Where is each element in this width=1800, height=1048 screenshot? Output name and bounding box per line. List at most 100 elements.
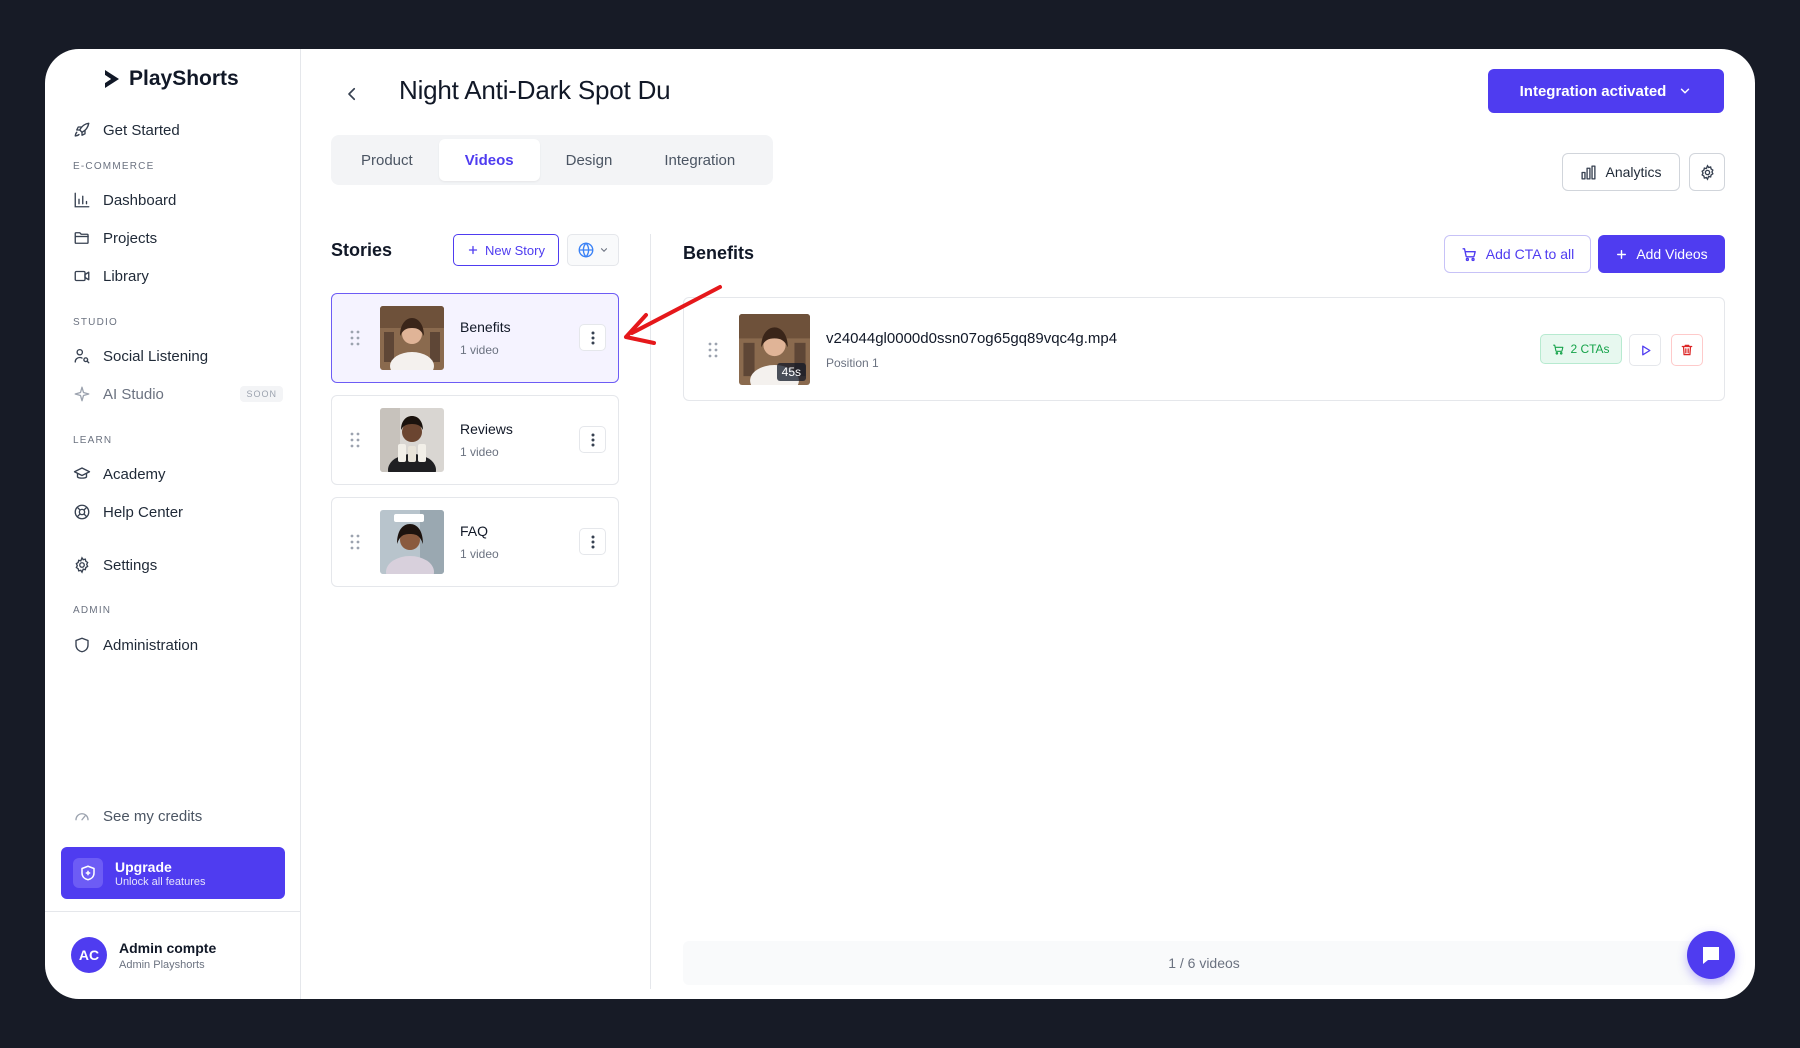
playshorts-logo-icon [105,70,119,88]
sidebar-item-label: Projects [103,229,158,247]
sidebar-item-label: Get Started [103,121,180,139]
sidebar-item-label: Settings [103,556,158,574]
chevron-down-icon [600,248,608,253]
cart-icon [1553,344,1564,355]
story-card-benefits[interactable]: Benefits 1 video [331,293,619,383]
story-card-faq[interactable]: FAQ 1 video [331,497,619,587]
new-story-label: New Story [485,242,545,258]
cta-count: 2 CTAs [1570,342,1610,356]
section-label-ecommerce: E-COMMERCE [73,161,155,172]
page-title: Night Anti-Dark Spot Du [399,75,671,105]
language-select[interactable] [567,234,619,266]
cta-badge[interactable]: 2 CTAs [1540,334,1622,364]
video-position: Position 1 [826,356,879,370]
kebab-icon [591,331,594,344]
delete-video-button[interactable] [1671,334,1703,366]
folder-icon [74,232,89,244]
sidebar-item-academy[interactable]: Academy [73,459,283,489]
drag-handle-icon[interactable] [350,534,360,550]
sidebar-item-settings[interactable]: Settings [73,550,283,580]
section-label-learn: LEARN [73,435,113,446]
sidebar-item-label: AI Studio [103,385,164,403]
drag-handle-icon[interactable] [350,330,360,346]
avatar: AC [71,937,107,973]
video-camera-icon [74,270,90,282]
add-cta-to-all-button[interactable]: Add CTA to all [1444,235,1591,273]
sidebar-item-projects[interactable]: Projects [73,223,283,253]
tab-integration[interactable]: Integration [638,139,761,181]
chevron-down-icon [1681,88,1690,94]
video-filename: v24044gl0000d0ssn07og65gq89vqc4g.mp4 [826,330,1118,347]
sidebar-item-label: Dashboard [103,191,177,209]
user-role: Admin Playshorts [119,958,205,971]
upgrade-subtitle: Unlock all features [115,875,206,888]
stories-title: Stories [331,240,393,260]
gauge-icon [75,813,89,821]
sidebar-divider [45,911,301,912]
kebab-icon [591,433,594,446]
story-menu-button[interactable] [579,324,606,351]
chat-support-button[interactable] [1687,931,1735,979]
story-thumbnail [380,510,444,574]
brand-logo[interactable]: PlayShorts [103,67,239,91]
analytics-button[interactable]: Analytics [1562,153,1680,191]
sidebar-item-social-listening[interactable]: Social Listening [73,341,283,371]
add-videos-button[interactable]: Add Videos [1598,235,1725,273]
story-menu-button[interactable] [579,426,606,453]
play-icon [1641,345,1650,355]
tab-bar: Product Videos Design Integration [331,135,773,185]
integration-status-button[interactable]: Integration activated [1488,69,1724,113]
sidebar-item-label: Academy [103,465,166,483]
chat-icon [1703,947,1719,964]
sidebar-item-label: Social Listening [103,347,209,365]
video-count-footer: 1 / 6 videos [683,941,1725,985]
sidebar-item-administration[interactable]: Administration [73,630,283,660]
new-story-button[interactable]: New Story [453,234,559,266]
user-name: Admin compte [119,939,217,956]
story-menu-button[interactable] [579,528,606,555]
sidebar-item-library[interactable]: Library [73,261,283,291]
back-button[interactable] [337,79,367,109]
drag-handle-icon[interactable] [350,432,360,448]
sidebar-item-help-center[interactable]: Help Center [73,497,283,527]
gear-icon [1700,163,1714,181]
sidebar-item-label: Administration [103,636,199,654]
shield-icon [75,637,89,653]
video-thumbnail[interactable]: 45s [739,314,810,385]
story-name: FAQ [460,523,489,539]
play-video-button[interactable] [1629,334,1661,366]
story-panel-title: Benefits [683,243,755,263]
user-search-icon [74,348,90,364]
sidebar-item-get-started[interactable]: Get Started [73,115,283,145]
story-video-count: 1 video [460,547,499,561]
graduation-cap-icon [73,467,91,479]
settings-button[interactable] [1689,153,1725,191]
see-credits-link[interactable]: See my credits [73,801,283,831]
story-thumbnail [380,306,444,370]
story-thumbnail [380,408,444,472]
shield-plus-icon [73,858,103,888]
video-duration: 45s [776,363,806,381]
story-card-reviews[interactable]: Reviews 1 video [331,395,619,485]
story-video-count: 1 video [460,445,499,459]
analytics-label: Analytics [1605,164,1662,180]
user-profile[interactable]: AC Admin compte Admin Playshorts [71,937,216,973]
add-videos-label: Add Videos [1636,246,1708,262]
tab-product[interactable]: Product [335,139,439,181]
plus-icon [468,245,478,255]
story-name: Benefits [460,319,511,335]
section-label-studio: STUDIO [73,317,118,328]
brand-name: PlayShorts [129,67,239,90]
kebab-icon [591,535,594,548]
tab-videos[interactable]: Videos [438,139,540,181]
sidebar-item-ai-studio[interactable]: AI Studio SOON [73,379,283,409]
gear-icon [75,556,89,574]
annotation-arrow [624,285,722,345]
sidebar-item-label: Library [103,267,149,285]
tab-design[interactable]: Design [540,139,639,181]
sidebar-item-label: Help Center [103,503,184,521]
video-row[interactable]: 45s v24044gl0000d0ssn07og65gq89vqc4g.mp4… [683,297,1725,401]
sidebar-item-dashboard[interactable]: Dashboard [73,185,283,215]
upgrade-button[interactable]: Upgrade Unlock all features [61,847,285,899]
bar-chart-icon [1581,164,1597,180]
